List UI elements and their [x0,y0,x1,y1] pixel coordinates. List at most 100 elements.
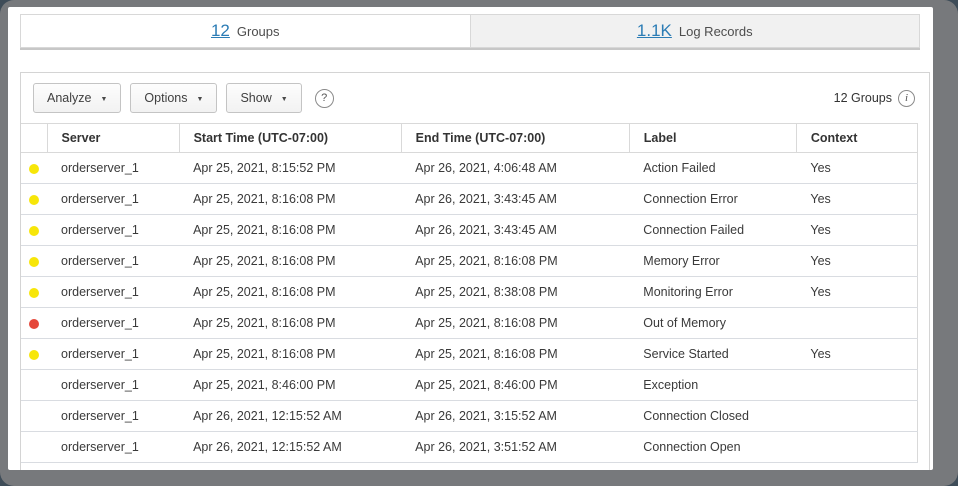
cell-server: orderserver_1 [47,215,179,246]
log-records-count-link[interactable]: 1.1K [637,21,672,41]
cell-context [796,432,917,463]
severity-dot-icon [29,195,39,205]
cell-server: orderserver_1 [47,277,179,308]
severity-cell [21,215,47,246]
table-row[interactable]: orderserver_1 Apr 25, 2021, 8:46:00 PM A… [21,370,918,401]
column-header-start-time[interactable]: Start Time (UTC-07:00) [179,124,401,153]
cell-start-time: Apr 25, 2021, 8:46:00 PM [179,370,401,401]
severity-dot-icon [29,288,39,298]
cell-start-time: Apr 26, 2021, 12:15:52 AM [179,432,401,463]
table-header-row: Server Start Time (UTC-07:00) End Time (… [21,124,918,153]
cell-context: Yes [796,184,917,215]
severity-cell [21,184,47,215]
cell-context [796,401,917,432]
cell-end-time: Apr 25, 2021, 8:16:08 PM [401,339,629,370]
cell-end-time: Apr 26, 2021, 3:43:45 AM [401,184,629,215]
cell-label: Out of Memory [629,308,796,339]
tab-log-records[interactable]: 1.1K Log Records [471,14,921,48]
table-row[interactable]: orderserver_1 Apr 25, 2021, 8:16:08 PM A… [21,184,918,215]
cell-start-time: Apr 26, 2021, 12:15:52 AM [179,401,401,432]
cell-server: orderserver_1 [47,153,179,184]
cell-server: orderserver_1 [47,184,179,215]
groups-table: Server Start Time (UTC-07:00) End Time (… [21,123,918,463]
severity-cell [21,339,47,370]
cell-end-time: Apr 25, 2021, 8:16:08 PM [401,308,629,339]
cell-server: orderserver_1 [47,401,179,432]
table-row[interactable]: orderserver_1 Apr 25, 2021, 8:16:08 PM A… [21,339,918,370]
cell-context: Yes [796,153,917,184]
cell-end-time: Apr 26, 2021, 3:43:45 AM [401,215,629,246]
cell-context [796,308,917,339]
table-row[interactable]: orderserver_1 Apr 25, 2021, 8:16:08 PM A… [21,308,918,339]
groups-table-container: Server Start Time (UTC-07:00) End Time (… [21,123,918,463]
cell-end-time: Apr 25, 2021, 8:46:00 PM [401,370,629,401]
cell-context: Yes [796,215,917,246]
cell-start-time: Apr 25, 2021, 8:16:08 PM [179,277,401,308]
options-button[interactable]: Options ▼ [130,83,217,113]
cell-end-time: Apr 26, 2021, 3:15:52 AM [401,401,629,432]
cell-label: Exception [629,370,796,401]
column-header-label[interactable]: Label [629,124,796,153]
cell-context: Yes [796,277,917,308]
cell-start-time: Apr 25, 2021, 8:15:52 PM [179,153,401,184]
severity-dot-icon [29,226,39,236]
groups-panel: Analyze ▼ Options ▼ Show ▼ ? 12 Groups i [20,72,930,470]
groups-count-link[interactable]: 12 [211,21,230,41]
table-row[interactable]: orderserver_1 Apr 26, 2021, 12:15:52 AM … [21,401,918,432]
cell-label: Connection Open [629,432,796,463]
table-row[interactable]: orderserver_1 Apr 25, 2021, 8:15:52 PM A… [21,153,918,184]
severity-dot-icon [29,257,39,267]
severity-dot-icon [29,319,39,329]
groups-count-summary: 12 Groups [834,91,892,105]
cell-start-time: Apr 25, 2021, 8:16:08 PM [179,308,401,339]
severity-cell [21,401,47,432]
severity-cell [21,308,47,339]
groups-tab-label: Groups [237,24,280,39]
cell-server: orderserver_1 [47,339,179,370]
cell-label: Connection Closed [629,401,796,432]
cell-start-time: Apr 25, 2021, 8:16:08 PM [179,215,401,246]
table-row[interactable]: orderserver_1 Apr 26, 2021, 12:15:52 AM … [21,432,918,463]
cell-label: Memory Error [629,246,796,277]
cell-context [796,370,917,401]
table-row[interactable]: orderserver_1 Apr 25, 2021, 8:16:08 PM A… [21,277,918,308]
severity-cell [21,432,47,463]
cell-context: Yes [796,246,917,277]
severity-cell [21,370,47,401]
severity-cell [21,153,47,184]
cell-end-time: Apr 26, 2021, 3:51:52 AM [401,432,629,463]
cell-label: Monitoring Error [629,277,796,308]
cell-context: Yes [796,339,917,370]
cell-server: orderserver_1 [47,370,179,401]
log-records-tab-label: Log Records [679,24,753,39]
options-button-label: Options [144,91,187,105]
cell-label: Connection Failed [629,215,796,246]
cell-start-time: Apr 25, 2021, 8:16:08 PM [179,246,401,277]
cell-end-time: Apr 26, 2021, 4:06:48 AM [401,153,629,184]
chevron-down-icon: ▼ [197,96,204,103]
tabstrip: 12 Groups 1.1K Log Records [20,14,920,50]
chevron-down-icon: ▼ [281,96,288,103]
info-icon[interactable]: i [898,90,915,107]
app-window: 12 Groups 1.1K Log Records Analyze ▼ Opt… [8,7,933,470]
table-row[interactable]: orderserver_1 Apr 25, 2021, 8:16:08 PM A… [21,246,918,277]
analyze-button-label: Analyze [47,91,91,105]
cell-label: Service Started [629,339,796,370]
cell-start-time: Apr 25, 2021, 8:16:08 PM [179,184,401,215]
cell-label: Connection Error [629,184,796,215]
analyze-button[interactable]: Analyze ▼ [33,83,121,113]
column-header-server[interactable]: Server [47,124,179,153]
severity-cell [21,246,47,277]
column-header-severity [21,124,47,153]
table-row[interactable]: orderserver_1 Apr 25, 2021, 8:16:08 PM A… [21,215,918,246]
help-icon[interactable]: ? [315,89,334,108]
tab-groups[interactable]: 12 Groups [20,14,471,48]
column-header-context[interactable]: Context [796,124,917,153]
cell-end-time: Apr 25, 2021, 8:16:08 PM [401,246,629,277]
column-header-end-time[interactable]: End Time (UTC-07:00) [401,124,629,153]
severity-dot-icon [29,164,39,174]
show-button[interactable]: Show ▼ [226,83,301,113]
show-button-label: Show [240,91,271,105]
cell-server: orderserver_1 [47,308,179,339]
cell-server: orderserver_1 [47,432,179,463]
